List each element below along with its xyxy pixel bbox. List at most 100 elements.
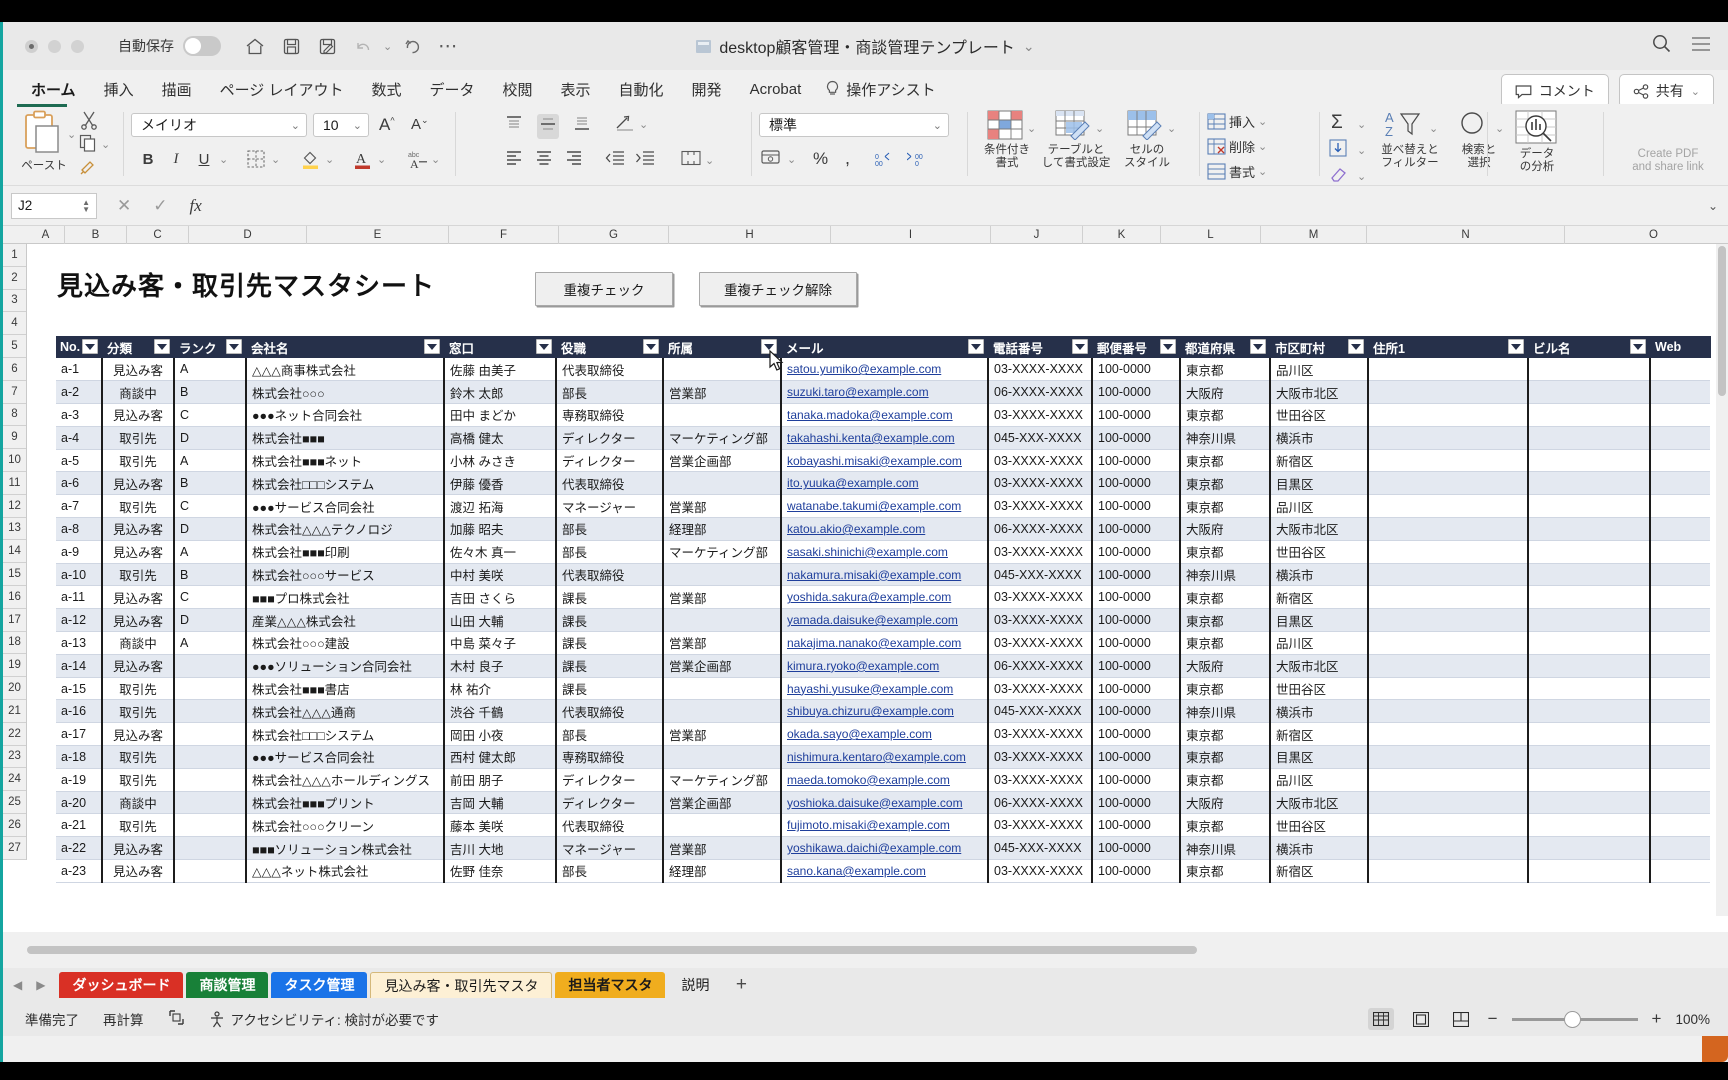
cell-city[interactable]: 品川区 xyxy=(1270,358,1368,381)
cell-tel[interactable]: 03-XXXX-XXXX xyxy=(988,609,1092,632)
chevron-down-icon[interactable]: ⌄ xyxy=(1708,199,1718,213)
email-link[interactable]: kobayashi.misaki@example.com xyxy=(787,454,962,468)
cell-no[interactable]: a-1 xyxy=(56,358,102,381)
sort-filter-dropdown-icon[interactable]: ⌄ xyxy=(1429,122,1438,135)
paste-icon[interactable] xyxy=(21,110,67,158)
table-row[interactable]: a-5取引先A株式会社■■■ネット小林 みさきディレクター営業企画部kobaya… xyxy=(56,449,1710,472)
cell-zip[interactable]: 100-0000 xyxy=(1092,563,1180,586)
cell-web[interactable] xyxy=(1650,426,1710,449)
page-layout-icon[interactable] xyxy=(168,1009,185,1029)
cell-company[interactable]: 株式会社■■■ネット xyxy=(246,449,444,472)
autosave-control[interactable]: 自動保存 xyxy=(118,36,221,56)
cell-styles-icon[interactable] xyxy=(1127,110,1163,145)
cell-pref[interactable]: 東京都 xyxy=(1180,586,1270,609)
cell-web[interactable] xyxy=(1650,449,1710,472)
email-link[interactable]: sasaki.shinichi@example.com xyxy=(787,545,948,559)
cell-web[interactable] xyxy=(1650,723,1710,746)
cell-web[interactable] xyxy=(1650,381,1710,404)
cell-title[interactable]: マネージャー xyxy=(556,495,663,518)
ribbon-tab-view[interactable]: 表示 xyxy=(547,73,605,106)
underline-dropdown-icon[interactable]: ⌄ xyxy=(219,153,228,166)
cell-mail[interactable]: takahashi.kenta@example.com xyxy=(781,426,988,449)
cell-pref[interactable]: 東京都 xyxy=(1180,746,1270,769)
cell-zip[interactable]: 100-0000 xyxy=(1092,723,1180,746)
clear-dropdown-icon[interactable]: ⌄ xyxy=(1357,170,1366,183)
cell-title[interactable]: 部長 xyxy=(556,518,663,541)
cell-pref[interactable]: 東京都 xyxy=(1180,860,1270,883)
horizontal-scrollbar[interactable] xyxy=(3,944,1703,956)
cell-company[interactable]: 株式会社■■■ xyxy=(246,426,444,449)
cell-web[interactable] xyxy=(1650,518,1710,541)
cell-title[interactable]: 課長 xyxy=(556,654,663,677)
cell-pref[interactable]: 東京都 xyxy=(1180,677,1270,700)
confirm-icon[interactable]: ✓ xyxy=(153,196,167,216)
align-right-icon[interactable] xyxy=(565,150,583,171)
horizontal-scroll-thumb[interactable] xyxy=(27,946,1197,954)
cell-dept[interactable] xyxy=(663,563,781,586)
cell-addr1[interactable] xyxy=(1368,518,1528,541)
cell-tel[interactable]: 03-XXXX-XXXX xyxy=(988,746,1092,769)
borders-dropdown-icon[interactable]: ⌄ xyxy=(271,153,280,166)
column-header-O[interactable]: O xyxy=(1565,226,1728,244)
cell-web[interactable] xyxy=(1650,404,1710,427)
sheet-tab-5[interactable]: 説明 xyxy=(668,972,722,998)
accounting-dropdown-icon[interactable]: ⌄ xyxy=(787,153,796,166)
row-header-25[interactable]: 25 xyxy=(3,791,26,814)
cell-company[interactable]: 株式会社□□□システム xyxy=(246,723,444,746)
align-bottom-icon[interactable] xyxy=(573,114,591,137)
cell-web[interactable] xyxy=(1650,746,1710,769)
cell-city[interactable]: 横浜市 xyxy=(1270,837,1368,860)
table-row[interactable]: a-1見込み客A△△△商事株式会社佐藤 由美子代表取締役satou.yumiko… xyxy=(56,358,1710,381)
chevron-down-icon[interactable]: ⌄ xyxy=(353,119,362,132)
zoom-slider[interactable] xyxy=(1512,1018,1638,1021)
row-header-24[interactable]: 24 xyxy=(3,768,26,791)
cell-pref[interactable]: 大阪府 xyxy=(1180,381,1270,404)
analyze-data-icon[interactable] xyxy=(1515,110,1557,149)
table-row[interactable]: a-20商談中株式会社■■■プリント吉岡 大輔ディレクター営業企画部yoshio… xyxy=(56,791,1710,814)
table-header-10[interactable]: 都道府県 xyxy=(1180,336,1270,358)
cell-rank[interactable] xyxy=(174,723,246,746)
cell-mail[interactable]: nishimura.kentaro@example.com xyxy=(781,746,988,769)
column-header-L[interactable]: L xyxy=(1161,226,1261,244)
cell-contact[interactable]: 中村 美咲 xyxy=(444,563,556,586)
cell-pref[interactable]: 東京都 xyxy=(1180,540,1270,563)
row-header-2[interactable]: 2 xyxy=(3,267,26,290)
previous-sheet-icon[interactable]: ◀ xyxy=(13,978,22,992)
cell-mail[interactable]: sasaki.shinichi@example.com xyxy=(781,540,988,563)
cell-mail[interactable]: maeda.tomoko@example.com xyxy=(781,768,988,791)
cell-no[interactable]: a-6 xyxy=(56,472,102,495)
format-cells-button[interactable]: 書式 ⌄ xyxy=(1207,162,1267,181)
sheet-tab-2[interactable]: タスク管理 xyxy=(271,972,367,998)
master-table[interactable]: No.分類ランク会社名窓口役職所属メール電話番号郵便番号都道府県市区町村住所1ビ… xyxy=(56,336,1711,883)
cell-rank[interactable]: C xyxy=(174,404,246,427)
cell-dept[interactable] xyxy=(663,746,781,769)
cell-web[interactable] xyxy=(1650,586,1710,609)
duplicate-check-button[interactable]: 重複チェック xyxy=(535,272,673,306)
cell-no[interactable]: a-17 xyxy=(56,723,102,746)
cell-rank[interactable] xyxy=(174,837,246,860)
cell-contact[interactable]: 林 祐介 xyxy=(444,677,556,700)
cell-contact[interactable]: 伊藤 優香 xyxy=(444,472,556,495)
cell-dept[interactable]: 営業部 xyxy=(663,723,781,746)
cell-contact[interactable]: 鈴木 太郎 xyxy=(444,381,556,404)
copy-dropdown-icon[interactable]: ⌄ xyxy=(101,138,110,151)
phonetic-guide-icon[interactable]: abcA xyxy=(407,149,429,174)
cell-addr1[interactable] xyxy=(1368,609,1528,632)
cell-cat[interactable]: 見込み客 xyxy=(102,837,174,860)
cell-dept[interactable] xyxy=(663,609,781,632)
cell-title[interactable]: 代表取締役 xyxy=(556,563,663,586)
table-header-4[interactable]: 窓口 xyxy=(444,336,556,358)
font-size-input[interactable]: 10 ⌄ xyxy=(313,113,369,137)
fill-icon[interactable] xyxy=(1329,139,1347,162)
cell-web[interactable] xyxy=(1650,472,1710,495)
ribbon-tab-insert[interactable]: 挿入 xyxy=(90,73,148,106)
cell-bldg[interactable] xyxy=(1528,540,1650,563)
cell-cat[interactable]: 取引先 xyxy=(102,563,174,586)
cell-dept[interactable]: 営業企画部 xyxy=(663,654,781,677)
chevron-down-icon[interactable]: ⌄ xyxy=(1691,85,1700,98)
cell-mail[interactable]: suzuki.taro@example.com xyxy=(781,381,988,404)
row-header-11[interactable]: 11 xyxy=(3,472,26,495)
cell-city[interactable]: 世田谷区 xyxy=(1270,540,1368,563)
cell-pref[interactable]: 神奈川県 xyxy=(1180,426,1270,449)
cell-title[interactable]: 代表取締役 xyxy=(556,472,663,495)
